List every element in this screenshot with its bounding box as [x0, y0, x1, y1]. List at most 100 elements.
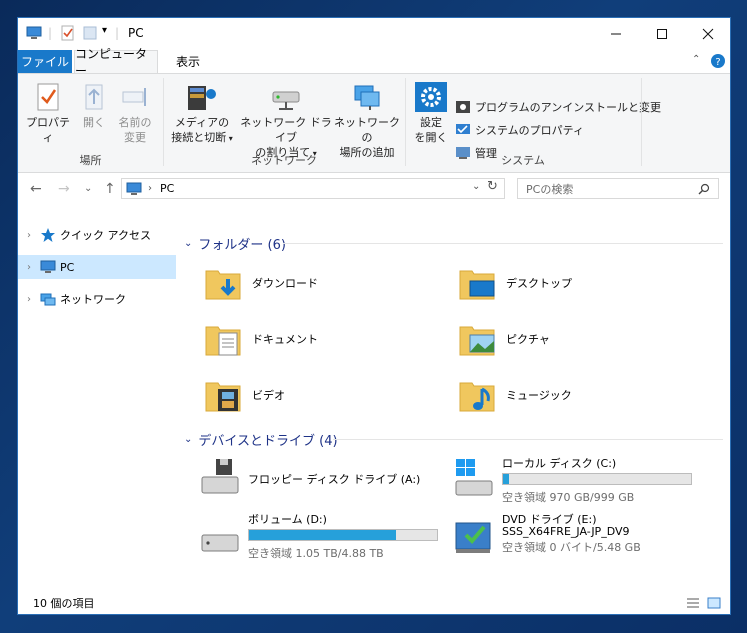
- nav-label: PC: [60, 260, 75, 274]
- uninstall-program-button[interactable]: プログラムのアンインストールと変更: [455, 98, 661, 116]
- tab-file[interactable]: ファイル: [18, 50, 72, 73]
- floppy-drive-icon: [201, 459, 239, 494]
- refresh-icon[interactable]: ↻: [487, 179, 498, 194]
- properties-button[interactable]: プロパティ: [24, 82, 72, 145]
- help-icon[interactable]: ?: [711, 54, 725, 68]
- folder-item-desktop[interactable]: デスクトップ: [458, 263, 572, 303]
- open-button[interactable]: 開く: [76, 82, 112, 130]
- videos-folder-icon: [205, 382, 241, 412]
- uninstall-icon: [456, 101, 470, 113]
- title-separator: |: [115, 26, 120, 40]
- maximize-button[interactable]: [639, 18, 685, 50]
- group-separator: [641, 78, 642, 166]
- properties-label: プロパティ: [26, 116, 70, 144]
- tab-computer[interactable]: コンピューター: [74, 47, 158, 78]
- search-icon: [698, 183, 710, 195]
- item-count: 10 個の項目: [33, 597, 95, 610]
- system-properties-label: システムのプロパティ: [475, 124, 585, 137]
- navigation-pane: › クイック アクセス › PC › ネットワーク: [18, 207, 176, 585]
- forward-arrow-icon[interactable]: →: [58, 181, 70, 197]
- system-properties-icon: [456, 124, 470, 134]
- collapse-chevron-icon[interactable]: ⌄: [184, 434, 192, 445]
- explorer-window: | ▾ | PC ファイル コンピューター 表示 ⌃ ? プロパティ 開く 名前…: [17, 17, 731, 615]
- documents-folder-icon: [205, 326, 241, 356]
- open-label: 開く: [83, 116, 105, 129]
- ribbon: プロパティ 開く 名前の 変更 場所 メディアの 接続と切断 ▾ ネットワーク …: [18, 73, 730, 173]
- group-label-location: 場所: [79, 154, 102, 167]
- breadcrumb-pc[interactable]: PC: [160, 182, 174, 195]
- svg-text:?: ?: [715, 57, 720, 68]
- pc-icon[interactable]: [26, 25, 42, 41]
- add-network-location-button[interactable]: ネットワークの 場所の追加: [334, 82, 400, 160]
- pictures-folder-icon: [459, 326, 495, 356]
- maximize-icon: [657, 29, 667, 39]
- close-button[interactable]: [685, 18, 731, 50]
- folder-label: ダウンロード: [252, 277, 318, 290]
- drive-item-e[interactable]: DVD ドライブ (E:) SSS_X64FRE_JA-JP_DV9 空き領域 …: [452, 509, 722, 559]
- star-icon: [41, 228, 55, 242]
- folder-label: ピクチャ: [506, 333, 550, 346]
- properties-quick-icon[interactable]: [60, 25, 76, 41]
- map-network-drive-button[interactable]: ネットワーク ドライブ の割り当て ▾: [240, 82, 332, 161]
- drive-item-floppy[interactable]: フロッピー ディスク ドライブ (A:): [198, 455, 438, 499]
- drive-usage-fill: [503, 474, 509, 484]
- details-view-icon[interactable]: [686, 597, 700, 609]
- folder-item-downloads[interactable]: ダウンロード: [204, 263, 318, 303]
- nav-item-pc[interactable]: › PC: [18, 255, 176, 279]
- drive-item-d[interactable]: ボリューム (D:) 空き領域 1.05 TB/4.88 TB: [198, 509, 458, 560]
- collapse-ribbon-icon[interactable]: ⌃: [692, 54, 700, 65]
- navigation-bar: ← → ⌄ ↑ › PC ⌄ ↻ PCの検索: [18, 173, 730, 207]
- section-divider: [333, 439, 723, 440]
- new-folder-quick-icon[interactable]: [82, 25, 98, 41]
- network-icon: [40, 293, 56, 306]
- back-arrow-icon[interactable]: ←: [30, 181, 42, 197]
- address-dropdown-icon[interactable]: ⌄: [472, 181, 480, 192]
- nav-label: ネットワーク: [60, 293, 126, 306]
- drive-label: フロッピー ディスク ドライブ (A:): [248, 473, 421, 486]
- rename-label-line1: 名前の: [118, 116, 152, 129]
- rename-button[interactable]: 名前の 変更: [115, 82, 155, 145]
- media-connect-button[interactable]: メディアの 接続と切断 ▾: [168, 82, 236, 146]
- media-label-line1: メディアの: [174, 116, 230, 129]
- folder-item-music[interactable]: ミュージック: [458, 375, 572, 415]
- network-drive-icon: [272, 91, 300, 110]
- media-dropdown-icon: ▾: [226, 134, 233, 143]
- expand-chevron-icon[interactable]: ›: [18, 230, 40, 241]
- media-server-icon: [188, 86, 216, 110]
- search-placeholder: PCの検索: [526, 182, 574, 196]
- pc-icon: [126, 182, 142, 195]
- nav-label: クイック アクセス: [60, 229, 151, 242]
- status-bar: 10 個の項目: [18, 592, 730, 614]
- system-properties-button[interactable]: システムのプロパティ: [455, 121, 584, 139]
- folder-label: ミュージック: [506, 389, 572, 402]
- open-settings-button[interactable]: 設定 を開く: [410, 82, 452, 145]
- drive-item-c[interactable]: ローカル ディスク (C:) 空き領域 970 GB/999 GB: [452, 453, 722, 504]
- up-arrow-icon[interactable]: ↑: [104, 181, 116, 197]
- drive-free-space: 空き領域 970 GB/999 GB: [502, 491, 635, 504]
- recent-locations-icon[interactable]: ⌄: [84, 183, 92, 194]
- expand-chevron-icon[interactable]: ›: [18, 262, 40, 273]
- customize-quick-access-icon[interactable]: ▾: [102, 25, 107, 36]
- folder-item-pictures[interactable]: ピクチャ: [458, 319, 550, 359]
- volume-drive-icon: [201, 534, 239, 552]
- pc-icon: [40, 260, 56, 273]
- drives-section-header[interactable]: ⌄ デバイスとドライブ (4): [184, 430, 338, 449]
- search-box[interactable]: PCの検索: [517, 178, 719, 199]
- large-icons-view-icon[interactable]: [707, 597, 721, 609]
- folders-section-header[interactable]: ⌄ フォルダー (6): [184, 234, 286, 253]
- nav-item-network[interactable]: › ネットワーク: [18, 287, 176, 311]
- uninstall-label: プログラムのアンインストールと変更: [475, 101, 662, 114]
- minimize-button[interactable]: [593, 18, 639, 50]
- collapse-chevron-icon[interactable]: ⌄: [184, 238, 192, 249]
- tab-view[interactable]: 表示: [165, 50, 211, 73]
- folder-item-documents[interactable]: ドキュメント: [204, 319, 318, 359]
- close-icon: [702, 28, 714, 40]
- rename-icon: [122, 88, 146, 106]
- group-label-system: システム: [501, 154, 545, 167]
- drive-usage-bar: [502, 473, 692, 485]
- expand-chevron-icon[interactable]: ›: [18, 294, 40, 305]
- nav-item-quick-access[interactable]: › クイック アクセス: [18, 223, 176, 247]
- folder-item-videos[interactable]: ビデオ: [204, 375, 285, 415]
- address-bar[interactable]: › PC: [121, 178, 505, 199]
- breadcrumb-chevron-icon[interactable]: ›: [148, 183, 152, 194]
